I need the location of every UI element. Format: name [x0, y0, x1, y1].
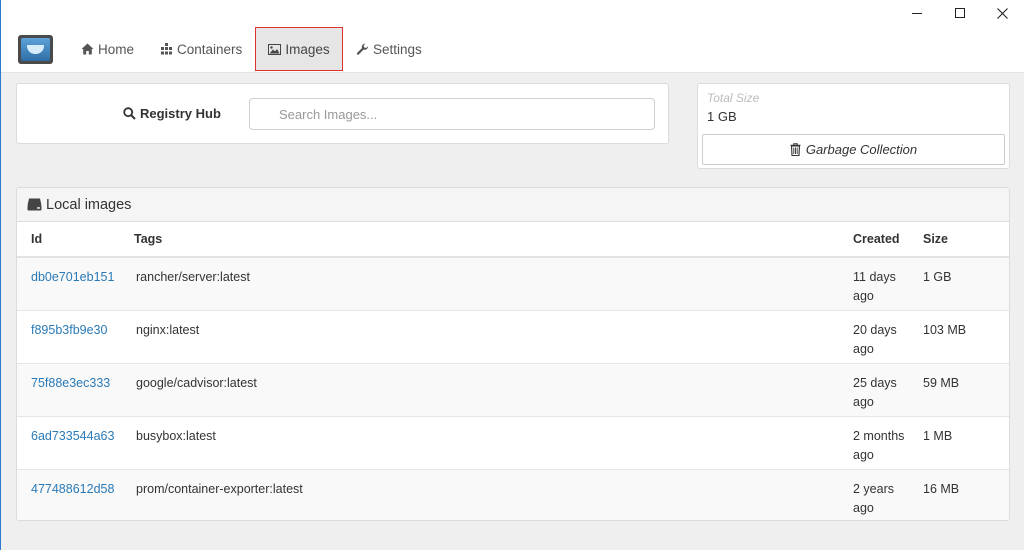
image-id-cell: 477488612d58	[17, 469, 134, 520]
image-created-cell: 11 days ago	[839, 257, 923, 311]
image-size-cell: 103 MB	[923, 310, 1009, 364]
total-size-panel: Total Size 1 GB Garbage Collection	[697, 83, 1010, 169]
wrench-icon	[356, 43, 369, 55]
column-header-created[interactable]: Created	[839, 222, 923, 258]
column-header-tags[interactable]: Tags	[134, 222, 839, 258]
total-size-label: Total Size	[707, 91, 760, 105]
garbage-collection-button[interactable]: Garbage Collection	[702, 134, 1005, 165]
nav-containers[interactable]: Containers	[160, 27, 242, 71]
nav-images[interactable]: Images	[255, 27, 343, 71]
trash-icon	[790, 143, 801, 156]
local-images-header: Local images	[17, 188, 1009, 222]
image-tags-cell: rancher/server:latest	[134, 257, 839, 311]
image-id-link[interactable]: f895b3fb9e30	[31, 323, 107, 337]
window-accent-border	[0, 0, 1, 550]
registry-hub-text: Registry Hub	[140, 106, 221, 121]
local-images-panel: Local images Id Tags Created Size db0e70…	[16, 187, 1010, 521]
image-created-cell: 25 days ago	[839, 363, 923, 417]
containers-icon	[161, 43, 172, 55]
image-size-cell: 59 MB	[923, 363, 1009, 417]
maximize-button[interactable]	[937, 0, 983, 26]
image-id-cell: db0e701eb151	[17, 257, 134, 311]
images-icon	[268, 43, 282, 55]
image-tags-cell: prom/container-exporter:latest	[134, 469, 839, 520]
maximize-icon	[955, 8, 965, 18]
image-tags-cell: google/cadvisor:latest	[134, 363, 839, 417]
image-id-link[interactable]: 75f88e3ec333	[31, 376, 110, 390]
image-id-link[interactable]: 477488612d58	[31, 482, 114, 496]
minimize-icon	[912, 12, 922, 14]
image-id-link[interactable]: 6ad733544a63	[31, 429, 114, 443]
image-id-cell: 6ad733544a63	[17, 416, 134, 470]
image-tags-cell: busybox:latest	[134, 416, 839, 470]
image-created-cell: 2 months ago	[839, 416, 923, 470]
nav-home-label: Home	[98, 41, 135, 57]
image-size-cell: 1 MB	[923, 416, 1009, 470]
table-row[interactable]: f895b3fb9e30 nginx:latest 20 days ago 10…	[17, 310, 1009, 364]
garbage-collection-label: Garbage Collection	[805, 142, 918, 157]
image-created-cell: 2 years ago	[839, 469, 923, 520]
table-row[interactable]: 75f88e3ec333 google/cadvisor:latest 25 d…	[17, 363, 1009, 417]
image-created-cell: 20 days ago	[839, 310, 923, 364]
nav-images-label: Images	[285, 41, 330, 57]
image-size-cell: 16 MB	[923, 469, 1009, 520]
nav-settings-label: Settings	[373, 41, 422, 57]
image-id-cell: 75f88e3ec333	[17, 363, 134, 417]
home-icon	[81, 43, 94, 55]
local-images-title: Local images	[46, 196, 132, 213]
registry-search-panel: Registry Hub	[16, 83, 669, 144]
image-id-cell: f895b3fb9e30	[17, 310, 134, 364]
image-tags-cell: nginx:latest	[134, 310, 839, 364]
search-images-input[interactable]	[249, 98, 655, 130]
nav-containers-label: Containers	[177, 41, 243, 57]
nav-home[interactable]: Home	[81, 27, 134, 71]
image-size-cell: 1 GB	[923, 257, 1009, 311]
column-header-size[interactable]: Size	[923, 222, 1009, 258]
close-button[interactable]	[979, 0, 1024, 26]
close-icon	[996, 7, 1008, 19]
app-logo-icon	[18, 35, 53, 64]
total-size-value: 1 GB	[707, 109, 737, 124]
registry-hub-label: Registry Hub	[123, 106, 221, 121]
images-table: Id Tags Created Size db0e701eb151 ranche…	[17, 222, 1009, 520]
search-icon	[123, 107, 136, 120]
table-row[interactable]: 6ad733544a63 busybox:latest 2 months ago…	[17, 416, 1009, 470]
column-header-id[interactable]: Id	[17, 222, 134, 258]
table-row[interactable]: 477488612d58 prom/container-exporter:lat…	[17, 469, 1009, 520]
hdd-icon	[27, 198, 42, 211]
nav-settings[interactable]: Settings	[356, 27, 422, 71]
title-bar: Home Containers Images Settings	[1, 0, 1024, 73]
image-id-link[interactable]: db0e701eb151	[31, 270, 114, 284]
minimize-button[interactable]	[894, 0, 940, 26]
table-header-row: Id Tags Created Size	[17, 222, 1009, 258]
table-row[interactable]: db0e701eb151 rancher/server:latest 11 da…	[17, 257, 1009, 311]
